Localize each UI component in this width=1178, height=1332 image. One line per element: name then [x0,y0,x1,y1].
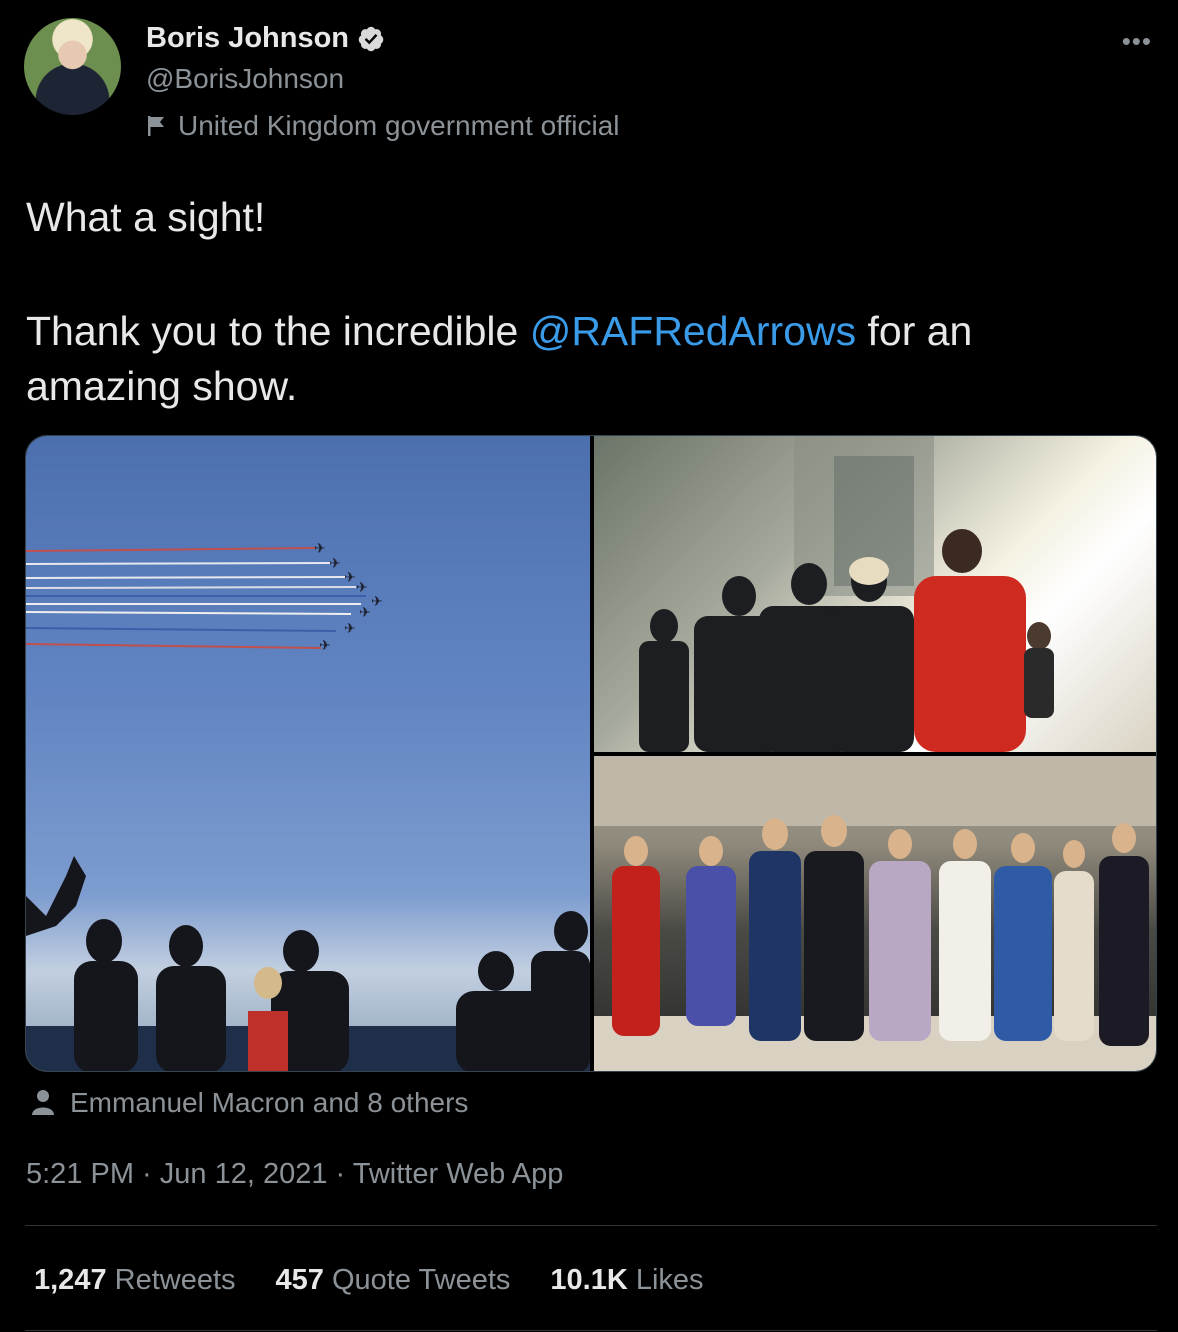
likes-label: Likes [635,1264,704,1296]
retweets-count: 1,247 [34,1264,107,1296]
meta-separator: · [327,1158,353,1190]
media-grid: ✈ ✈ ✈ ✈ ✈ ✈ ✈ ✈ [25,435,1157,1072]
retweets-stat[interactable]: 1,247 Retweets [34,1264,236,1297]
meta-separator: · [134,1158,160,1190]
mention-link[interactable]: @RAFRedArrows [530,308,856,354]
quote-tweets-label: Quote Tweets [331,1264,511,1296]
photo-terrace-scene [639,436,1054,752]
author-name[interactable]: Boris Johnson [146,22,349,55]
tweet-line-1: What a sight! [26,194,266,240]
photo-leaders-with-pilot[interactable] [594,436,1156,752]
tweet-meta: 5:21 PM · Jun 12, 2021 · Twitter Web App [26,1158,563,1191]
tagged-people[interactable]: Emmanuel Macron and 8 others [32,1087,468,1119]
divider [25,1330,1157,1331]
svg-text:✈: ✈ [356,579,368,595]
retweets-label: Retweets [114,1264,236,1296]
tweet-date[interactable]: Jun 12, 2021 [160,1158,328,1190]
svg-text:✈: ✈ [344,569,356,585]
svg-text:✈: ✈ [359,604,371,620]
person-icon [32,1090,54,1115]
svg-text:✈: ✈ [371,593,383,609]
svg-text:✈: ✈ [314,540,326,556]
photo-red-arrows-flypast[interactable]: ✈ ✈ ✈ ✈ ✈ ✈ ✈ ✈ [26,436,590,1071]
author-avatar[interactable] [24,18,121,115]
tweet-source[interactable]: Twitter Web App [353,1158,564,1190]
photo-leaders-watching[interactable] [594,756,1156,1071]
engagement-stats: 1,247 Retweets 457 Quote Tweets 10.1K Li… [34,1264,704,1297]
photo-group-scene [594,756,1156,1071]
author-name-row: Boris Johnson [146,22,385,55]
svg-text:✈: ✈ [319,637,331,653]
tagged-people-text[interactable]: Emmanuel Macron and 8 others [70,1087,468,1119]
divider [25,1225,1157,1226]
tweet-line-3: amazing show. [26,363,298,409]
tweet-text: What a sight! Thank you to the incredibl… [26,190,1146,414]
more-options-icon[interactable]: ••• [1122,26,1152,57]
svg-text:✈: ✈ [329,555,341,571]
photo-red-arrows-scene: ✈ ✈ ✈ ✈ ✈ ✈ ✈ ✈ [26,540,590,1071]
verified-badge-icon [358,26,384,51]
svg-text:✈: ✈ [344,620,356,636]
likes-count: 10.1K [550,1264,628,1296]
tweet-line-2: Thank you to the incredible @RAFRedArrow… [26,304,1146,359]
author-handle[interactable]: @BorisJohnson [146,63,344,95]
tweet-text-fragment: Thank you to the incredible [26,308,530,354]
quote-tweets-count: 457 [275,1264,324,1296]
government-label: United Kingdom government official [146,110,620,142]
flag-icon [148,116,164,136]
quote-tweets-stat[interactable]: 457 Quote Tweets [276,1264,511,1297]
tweet-text-fragment: for an [856,308,973,354]
tweet-time[interactable]: 5:21 PM [26,1158,134,1190]
government-label-text: United Kingdom government official [178,110,620,141]
likes-stat[interactable]: 10.1K Likes [550,1264,703,1297]
